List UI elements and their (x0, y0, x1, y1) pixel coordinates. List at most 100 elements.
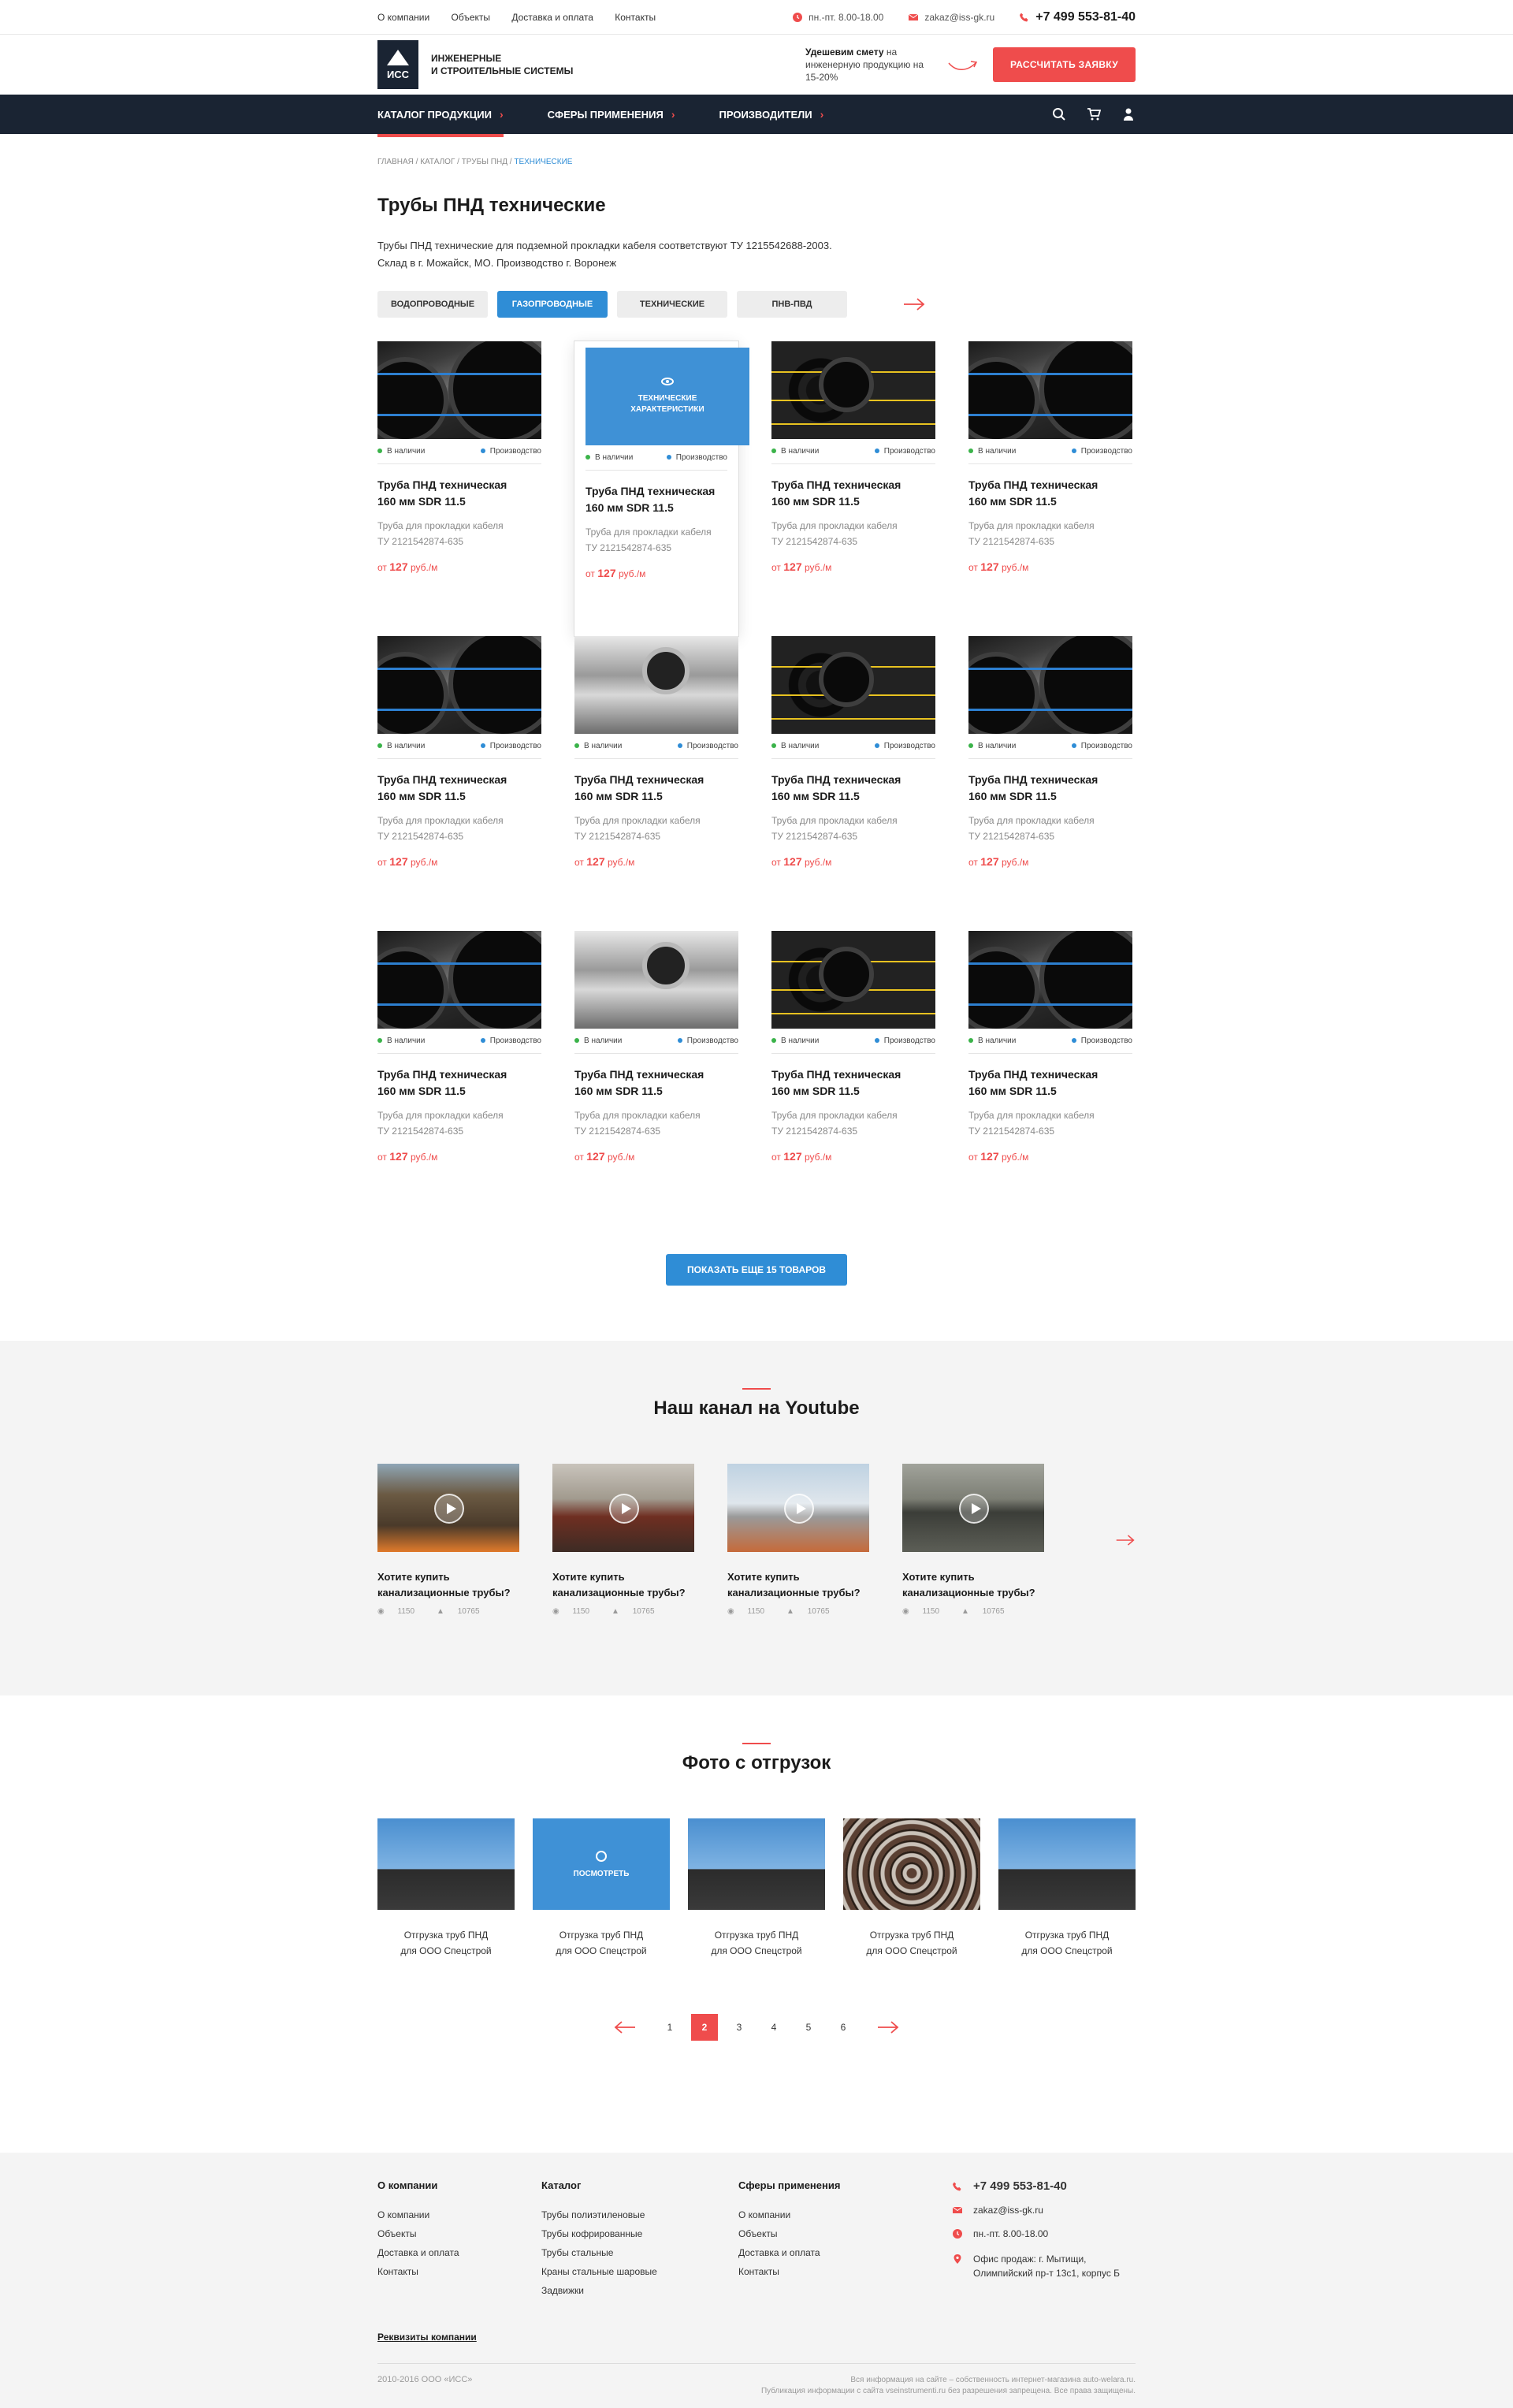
product-card[interactable]: В наличии Производство Труба ПНД техническ… (574, 931, 738, 1226)
filter-tab-gas[interactable]: Газопроводные (497, 291, 608, 318)
arrow-right-icon[interactable] (1115, 1532, 1136, 1548)
photo-card[interactable]: Посмотреть Отгрузка труб ПНД для ООО Спецс… (533, 1818, 670, 1959)
footer-link[interactable]: Трубы полиэтиленовые (541, 2205, 738, 2224)
product-image[interactable] (574, 931, 738, 1029)
video-thumbnail[interactable] (552, 1464, 694, 1552)
product-title[interactable]: Труба ПНД техническая 160 мм SDR 11.5 (771, 477, 935, 510)
top-nav-item-about[interactable]: О компании (377, 12, 429, 23)
product-title[interactable]: Труба ПНД техническая 160 мм SDR 11.5 (377, 1066, 541, 1100)
photo-image[interactable] (688, 1818, 825, 1910)
video-title[interactable]: Хотите купить канализационные трубы? (902, 1569, 1044, 1601)
filter-tab-technical[interactable]: Технические (617, 291, 727, 318)
product-image[interactable] (377, 636, 541, 734)
product-card[interactable]: В наличии Производство Труба ПНД техническ… (771, 341, 935, 636)
product-card[interactable]: В наличии Производство Труба ПНД техническ… (968, 931, 1132, 1226)
main-nav-item-catalog[interactable]: Каталог продукции › (377, 95, 504, 137)
requisites-link[interactable]: Реквизиты компании (377, 2332, 1136, 2343)
footer-email-text[interactable]: zakaz@iss-gk.ru (973, 2203, 1043, 2217)
footer-link[interactable]: Краны стальные шаровые (541, 2262, 738, 2281)
footer-link[interactable]: Доставка и оплата (377, 2243, 541, 2262)
photo-card[interactable]: Отгрузка труб ПНД для ООО Спецстрой (688, 1818, 825, 1959)
logo[interactable]: ИСС (377, 40, 418, 89)
cart-icon[interactable] (1087, 107, 1101, 121)
video-card[interactable]: Хотите купить канализационные трубы? ◉ 115… (377, 1464, 519, 1616)
product-title[interactable]: Труба ПНД техническая 160 мм SDR 11.5 (574, 772, 738, 805)
page-number[interactable]: 1 (656, 2014, 683, 2041)
breadcrumb-pnd[interactable]: Трубы ПНД (462, 158, 507, 166)
product-image[interactable]: Технические характеристики (585, 348, 749, 445)
arrow-left-icon[interactable] (613, 2019, 637, 2035)
product-card[interactable]: Технические характеристики В наличии Произв… (574, 341, 749, 637)
phone[interactable]: +7 499 553-81-40 (1020, 10, 1136, 24)
email[interactable]: zakaz@iss-gk.ru (909, 12, 994, 23)
video-thumbnail[interactable] (377, 1464, 519, 1552)
product-title[interactable]: Труба ПНД техническая 160 мм SDR 11.5 (968, 1066, 1132, 1100)
product-title[interactable]: Труба ПНД техническая 160 мм SDR 11.5 (771, 772, 935, 805)
photo-image[interactable] (377, 1818, 515, 1910)
photo-image[interactable] (998, 1818, 1136, 1910)
page-number[interactable]: 4 (760, 2014, 787, 2041)
top-nav-item-delivery[interactable]: Доставка и оплата (511, 12, 593, 23)
product-title[interactable]: Труба ПНД техническая 160 мм SDR 11.5 (968, 477, 1132, 510)
footer-link[interactable]: Объекты (738, 2224, 912, 2243)
play-icon[interactable] (434, 1494, 464, 1524)
product-image[interactable] (968, 341, 1132, 439)
video-title[interactable]: Хотите купить канализационные трубы? (727, 1569, 869, 1601)
arrow-right-icon[interactable] (902, 296, 926, 312)
product-card[interactable]: В наличии Производство Труба ПНД техническ… (968, 341, 1132, 636)
footer-email[interactable]: zakaz@iss-gk.ru (953, 2203, 1136, 2217)
product-card[interactable]: В наличии Производство Труба ПНД техническ… (377, 931, 541, 1226)
breadcrumb-home[interactable]: Главная (377, 158, 414, 166)
photo-card[interactable]: Отгрузка труб ПНД для ООО Спецстрой (843, 1818, 980, 1959)
top-nav-item-objects[interactable]: Объекты (452, 12, 491, 23)
phone-text[interactable]: +7 499 553-81-40 (1035, 10, 1136, 24)
footer-link[interactable]: Объекты (377, 2224, 541, 2243)
filter-tab-water[interactable]: Водопроводные (377, 291, 488, 318)
product-image[interactable] (968, 931, 1132, 1029)
search-icon[interactable] (1052, 107, 1066, 121)
footer-link[interactable]: Трубы стальные (541, 2243, 738, 2262)
product-title[interactable]: Труба ПНД техническая 160 мм SDR 11.5 (771, 1066, 935, 1100)
product-card[interactable]: В наличии Производство Труба ПНД техническ… (377, 636, 541, 931)
product-image[interactable] (968, 636, 1132, 734)
video-thumbnail[interactable] (727, 1464, 869, 1552)
main-nav-item-manufacturers[interactable]: Производители › (719, 95, 823, 134)
breadcrumb-catalog[interactable]: Каталог (420, 158, 455, 166)
product-card[interactable]: В наличии Производство Труба ПНД техническ… (968, 636, 1132, 931)
photo-image[interactable]: Посмотреть (533, 1818, 670, 1910)
play-icon[interactable] (609, 1494, 639, 1524)
arrow-right-icon[interactable] (876, 2019, 900, 2035)
product-image[interactable] (574, 636, 738, 734)
product-card[interactable]: В наличии Производство Труба ПНД техническ… (771, 931, 935, 1226)
filter-tab-pnv-pvd[interactable]: ПНВ-ПВД (737, 291, 847, 318)
play-icon[interactable] (784, 1494, 814, 1524)
page-number[interactable]: 2 (691, 2014, 718, 2041)
product-image[interactable] (771, 341, 935, 439)
product-image[interactable] (377, 931, 541, 1029)
calculate-request-button[interactable]: Рассчитать заявку (992, 47, 1136, 82)
product-card[interactable]: В наличии Производство Труба ПНД техническ… (377, 341, 541, 636)
play-icon[interactable] (959, 1494, 989, 1524)
product-title[interactable]: Труба ПНД техническая 160 мм SDR 11.5 (585, 483, 727, 516)
footer-link[interactable]: Контакты (738, 2262, 912, 2281)
footer-link[interactable]: Контакты (377, 2262, 541, 2281)
main-nav-item-spheres[interactable]: Сферы применения › (548, 95, 675, 134)
video-card[interactable]: Хотите купить канализационные трубы? ◉ 115… (727, 1464, 869, 1616)
video-card[interactable]: Хотите купить канализационные трубы? ◉ 115… (902, 1464, 1044, 1616)
video-thumbnail[interactable] (902, 1464, 1044, 1552)
page-number[interactable]: 3 (726, 2014, 753, 2041)
product-card[interactable]: В наличии Производство Труба ПНД техническ… (574, 636, 738, 931)
footer-phone-text[interactable]: +7 499 553-81-40 (973, 2179, 1067, 2194)
photo-image[interactable] (843, 1818, 980, 1910)
product-title[interactable]: Труба ПНД техническая 160 мм SDR 11.5 (377, 772, 541, 805)
product-title[interactable]: Труба ПНД техническая 160 мм SDR 11.5 (574, 1066, 738, 1100)
product-image[interactable] (771, 636, 935, 734)
video-title[interactable]: Хотите купить канализационные трубы? (552, 1569, 694, 1601)
footer-link[interactable]: Трубы кофрированные (541, 2224, 738, 2243)
photo-card[interactable]: Отгрузка труб ПНД для ООО Спецстрой (377, 1818, 515, 1959)
page-number[interactable]: 5 (795, 2014, 822, 2041)
video-card[interactable]: Хотите купить канализационные трубы? ◉ 115… (552, 1464, 694, 1616)
photo-card[interactable]: Отгрузка труб ПНД для ООО Спецстрой (998, 1818, 1136, 1959)
show-more-button[interactable]: Показать еще 15 товаров (666, 1254, 847, 1286)
footer-link[interactable]: О компании (377, 2205, 541, 2224)
